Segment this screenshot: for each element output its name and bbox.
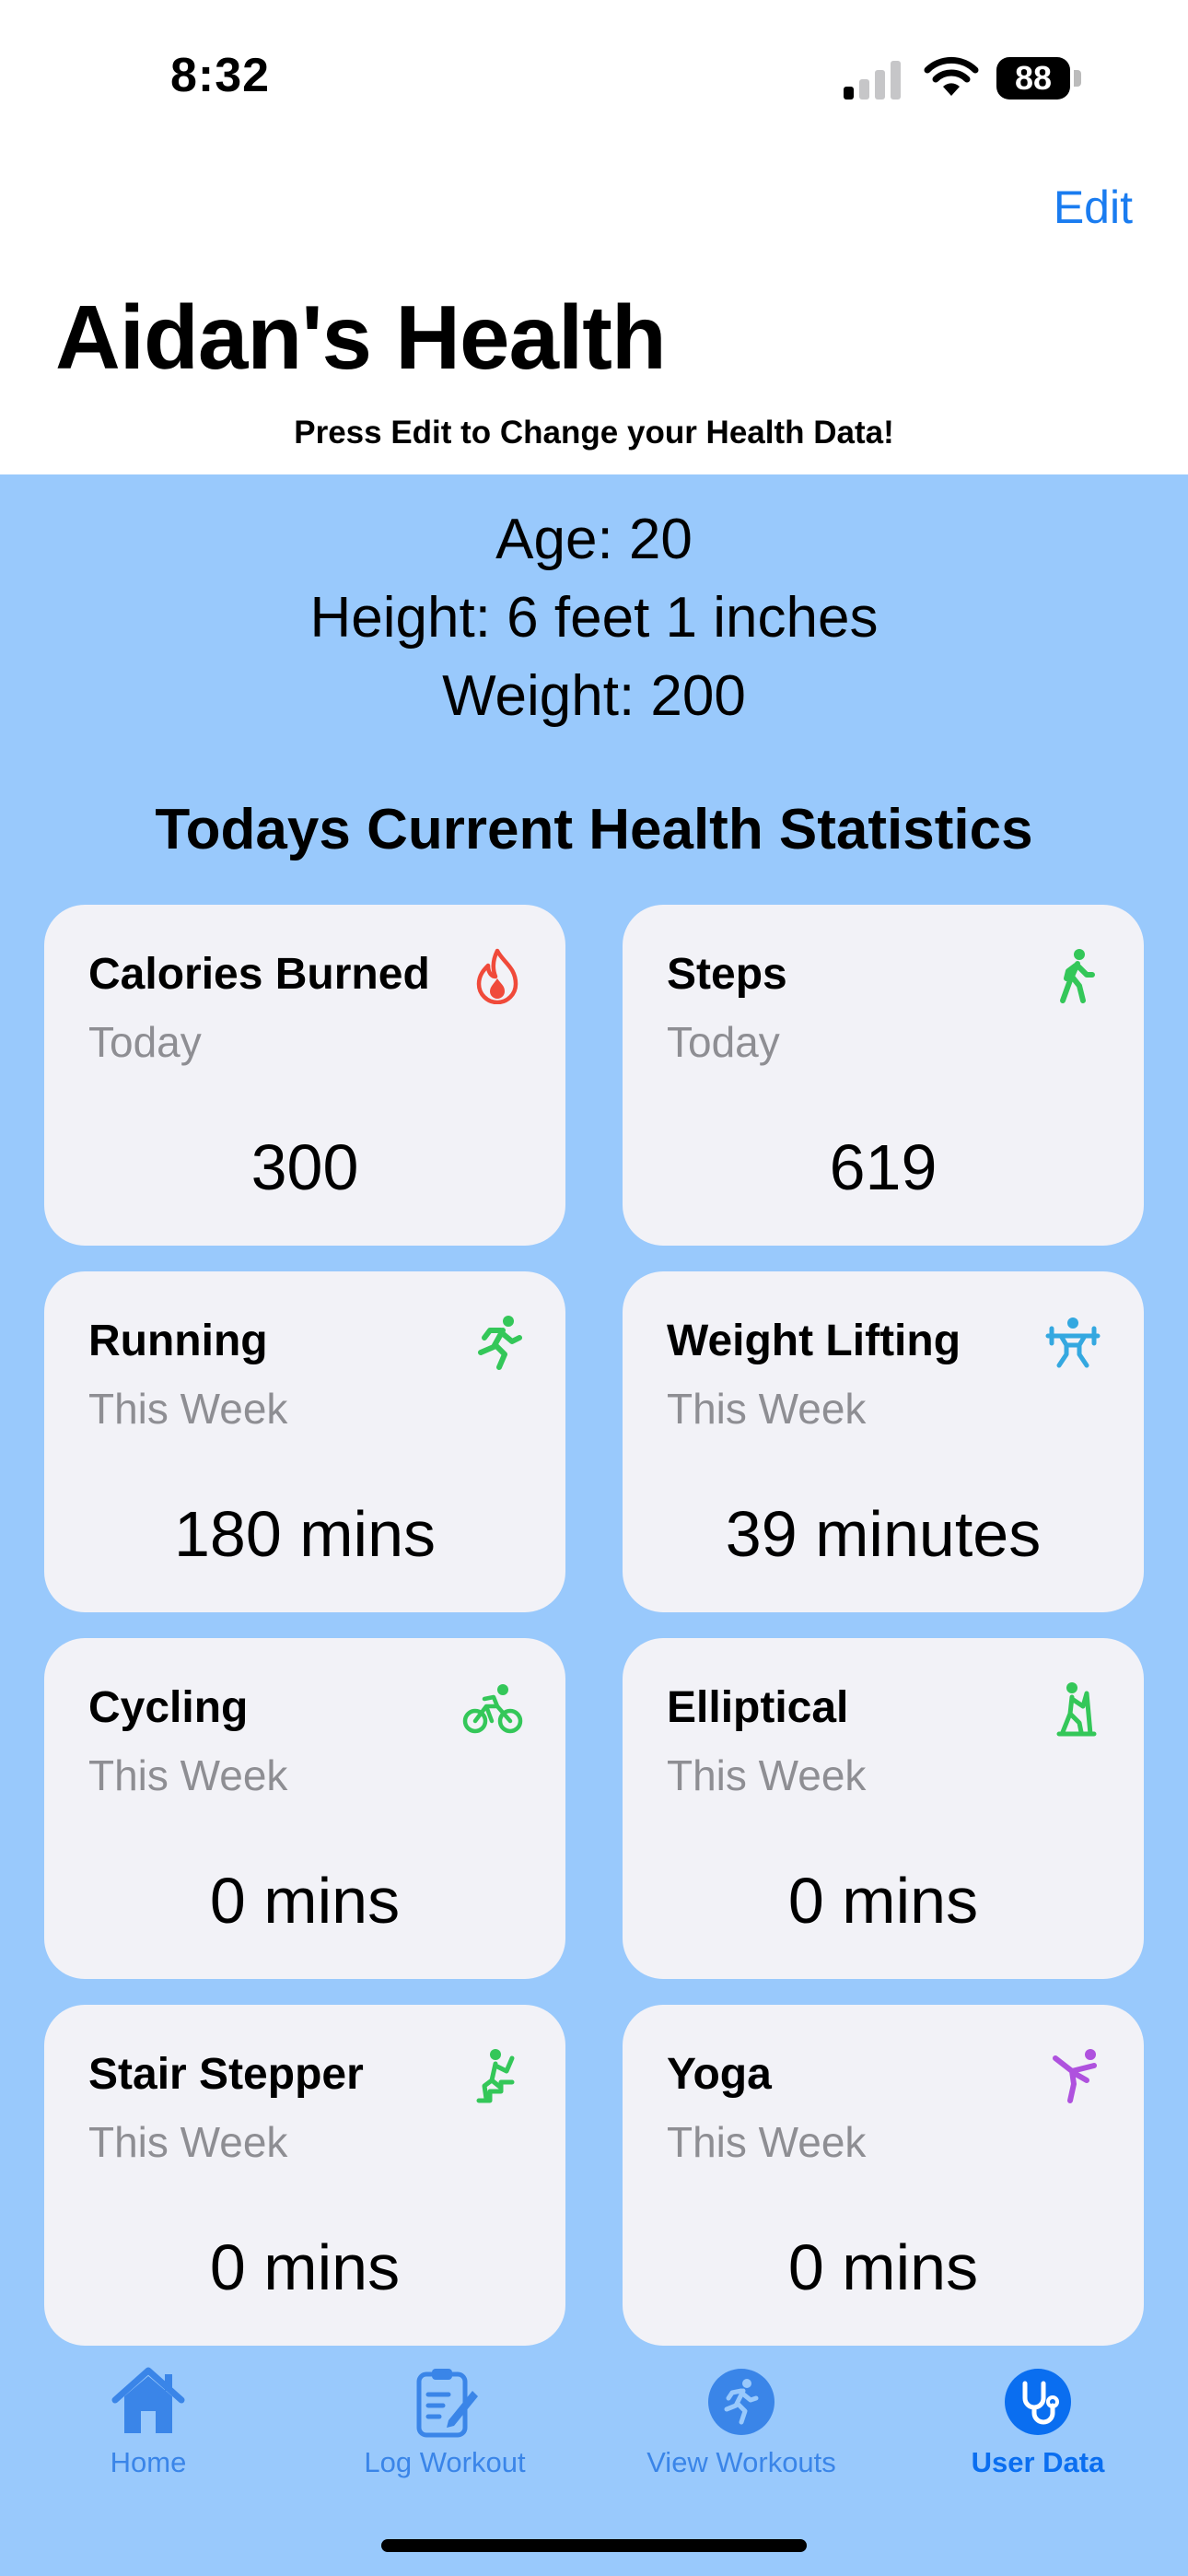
bicycle-icon	[462, 1684, 523, 1734]
battery-icon: 88	[996, 57, 1085, 101]
stat-card-stair-stepper[interactable]: Stair Stepper This Week 0 mins	[44, 2005, 565, 2346]
card-title: Yoga	[667, 2050, 772, 2099]
tab-label: Log Workout	[364, 2446, 526, 2478]
card-value: 39 minutes	[725, 1498, 1042, 1570]
stat-card-calories[interactable]: Calories Burned Today 300	[44, 905, 565, 1246]
card-value: 619	[829, 1131, 938, 1203]
running-circle-icon	[708, 2369, 775, 2435]
stair-stepper-figure-icon	[476, 2049, 515, 2103]
stats-section-title: Todays Current Health Statistics	[155, 798, 1033, 861]
weight-text: Weight: 200	[442, 664, 746, 728]
yoga-figure-icon	[1053, 2049, 1097, 2103]
battery-cap	[1074, 70, 1081, 87]
age-text: Age: 20	[495, 508, 693, 571]
card-title: Elliptical	[667, 1683, 849, 1732]
wifi-icon	[924, 56, 979, 96]
card-title: Stair Stepper	[88, 2050, 364, 2099]
card-title: Calories Burned	[88, 950, 430, 999]
health-content[interactable]: Age: 20 Height: 6 feet 1 inches Weight: …	[0, 474, 1188, 2576]
card-period: This Week	[88, 1385, 288, 1433]
page-subtitle: Press Edit to Change your Health Data!	[294, 415, 894, 451]
tab-label: Home	[110, 2446, 187, 2478]
stethoscope-circle-icon	[1005, 2369, 1071, 2435]
card-period: This Week	[88, 2118, 288, 2166]
card-period: Today	[88, 1018, 202, 1066]
cellular-signal-icon	[844, 61, 901, 100]
card-value: 300	[250, 1131, 359, 1203]
stat-card-yoga[interactable]: Yoga This Week 0 mins	[623, 2005, 1144, 2346]
card-value: 0 mins	[209, 1865, 401, 1937]
tab-bar: Home Log Workout View Workouts User Data	[0, 2354, 1188, 2538]
card-value: 0 mins	[209, 2231, 401, 2303]
battery-level: 88	[996, 57, 1070, 100]
page-title: Aidan's Health	[55, 287, 667, 388]
card-period: This Week	[88, 1751, 288, 1799]
walking-figure-icon	[1060, 949, 1095, 1003]
home-indicator[interactable]	[381, 2539, 807, 2552]
tab-label: View Workouts	[646, 2446, 836, 2478]
edit-button[interactable]: Edit	[1054, 181, 1133, 234]
clipboard-pencil-icon	[416, 2369, 478, 2438]
stat-card-steps[interactable]: Steps Today 619	[623, 905, 1144, 1246]
stat-card-weight-lifting[interactable]: Weight Lifting This Week 39 minutes	[623, 1271, 1144, 1612]
tab-label: User Data	[971, 2446, 1105, 2478]
card-period: This Week	[667, 2118, 867, 2166]
status-bar: 8:32 88	[0, 0, 1188, 147]
tab-view-workouts[interactable]: View Workouts	[593, 2354, 890, 2492]
status-time: 8:32	[170, 49, 271, 102]
stat-card-cycling[interactable]: Cycling This Week 0 mins	[44, 1638, 565, 1979]
card-title: Running	[88, 1317, 268, 1365]
card-period: Today	[667, 1018, 780, 1066]
weightlifting-figure-icon	[1045, 1317, 1101, 1368]
card-title: Steps	[667, 950, 787, 999]
card-value: 180 mins	[173, 1498, 437, 1570]
card-value: 0 mins	[787, 1865, 979, 1937]
tab-home[interactable]: Home	[0, 2354, 297, 2492]
card-title: Cycling	[88, 1683, 249, 1732]
flame-icon	[476, 948, 518, 1004]
elliptical-figure-icon	[1056, 1682, 1097, 1737]
stat-card-elliptical[interactable]: Elliptical This Week 0 mins	[623, 1638, 1144, 1979]
tab-user-data[interactable]: User Data	[890, 2354, 1186, 2492]
card-title: Weight Lifting	[667, 1317, 961, 1365]
house-icon	[111, 2367, 185, 2433]
running-figure-icon	[478, 1316, 522, 1370]
height-text: Height: 6 feet 1 inches	[309, 586, 879, 650]
card-value: 0 mins	[787, 2231, 979, 2303]
card-period: This Week	[667, 1751, 867, 1799]
stat-card-running[interactable]: Running This Week 180 mins	[44, 1271, 565, 1612]
tab-log-workout[interactable]: Log Workout	[297, 2354, 593, 2492]
card-period: This Week	[667, 1385, 867, 1433]
